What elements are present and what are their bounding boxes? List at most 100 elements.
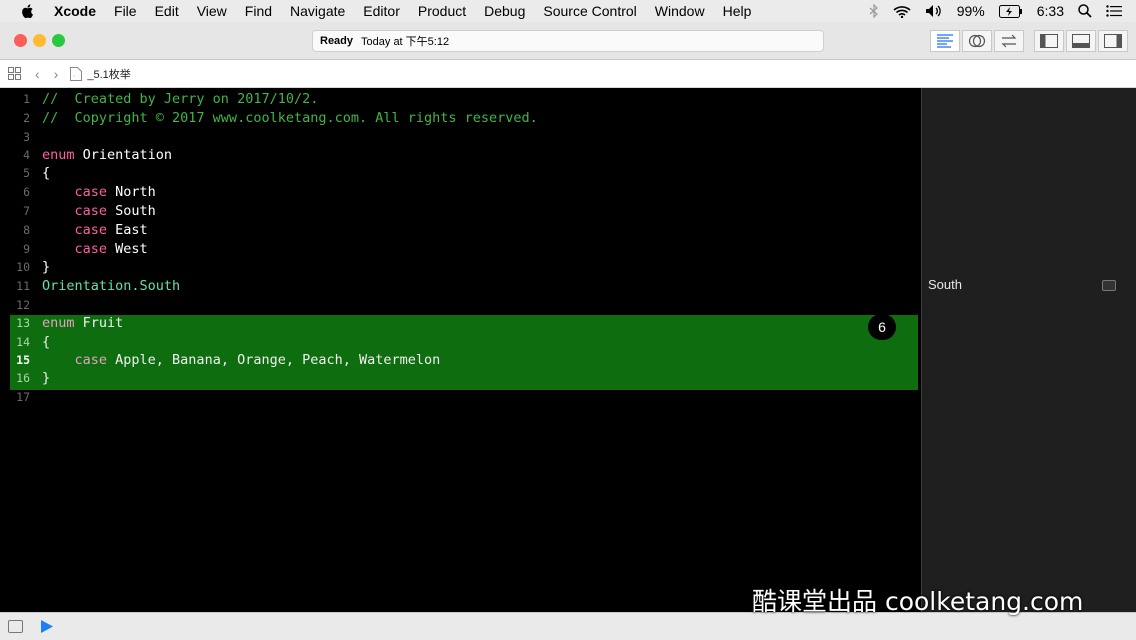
menu-product[interactable]: Product [418,3,466,19]
code-line: case West [42,240,148,259]
back-chevron-icon[interactable]: ‹ [35,66,40,82]
code-line: case East [42,221,148,240]
code-line: enum Fruit [42,314,123,333]
quick-look-icon[interactable] [1102,280,1116,291]
volume-icon[interactable] [925,4,943,18]
battery-percent: 99% [956,3,985,19]
line-number: 2 [23,111,30,125]
line-number: 5 [23,166,30,180]
wifi-icon[interactable] [893,5,911,18]
minimize-window-button[interactable] [33,34,46,47]
line-number: 1 [23,92,30,106]
line-number: 12 [16,298,30,312]
battery-icon[interactable] [998,4,1023,18]
build-status: Ready [320,35,354,47]
watermark: 酷课堂出品 coolketang.com [752,587,1084,616]
line-number: 3 [23,130,30,144]
left-panel-icon [1040,34,1058,48]
menu-file[interactable]: File [114,3,137,19]
build-time: Today at 下午5:12 [361,36,450,48]
line-number: 13 [16,316,30,330]
keyword: case [74,352,108,368]
line-number: 7 [23,204,30,218]
apple-icon[interactable] [20,3,36,19]
navigator-toggle-button[interactable] [1034,30,1064,52]
standard-editor-button[interactable] [930,30,960,52]
menu-window[interactable]: Window [655,3,705,19]
menu-view[interactable]: View [197,3,227,19]
jump-bar-file-label: _5.1枚举 [87,68,131,81]
menu-debug[interactable]: Debug [484,3,525,19]
menu-editor[interactable]: Editor [363,3,400,19]
line-number: 10 [16,260,30,274]
menu-edit[interactable]: Edit [155,3,179,19]
member-reference: .South [131,278,181,294]
code-editor[interactable]: 6 1 2 3 4 5 6 7 8 9 10 11 12 13 14 15 16… [0,88,921,612]
identifier: Fruit [74,315,124,331]
result-value: South [928,277,962,292]
identifier: Apple, Banana, Orange, Peach, Watermelon [107,352,441,368]
code-line: case South [42,202,156,221]
standard-editor-icon [937,34,953,48]
debug-area-toggle-button[interactable] [1066,30,1096,52]
related-items-grid-icon[interactable] [8,67,21,80]
code-line: case North [42,183,156,202]
jump-bar: ‹ › _5.1枚举 [0,60,1136,88]
code-line: case Apple, Banana, Orange, Peach, Water… [42,351,441,370]
line-number: 11 [16,279,30,293]
menu-find[interactable]: Find [245,3,272,19]
line-number-current: 15 [16,353,30,367]
line-number: 14 [16,335,30,349]
keyword: enum [42,315,75,331]
close-window-button[interactable] [14,34,27,47]
result-count-badge[interactable]: 6 [868,314,896,340]
code-line: } [42,259,51,275]
menu-app-xcode[interactable]: Xcode [54,3,96,19]
code-line: } [42,370,51,386]
line-number: 17 [16,390,30,404]
code-line: { [42,165,51,181]
forward-chevron-icon[interactable]: › [54,66,59,82]
identifier: North [107,184,156,200]
debug-area-toggle-icon[interactable] [8,620,23,633]
menu-navigate[interactable]: Navigate [290,3,345,19]
type-reference: Orientation [42,278,132,294]
line-number: 9 [23,242,30,256]
run-playground-icon[interactable] [40,619,54,634]
keyword: case [74,241,108,257]
assistant-editor-button[interactable] [962,30,992,52]
clock[interactable]: 6:33 [1037,3,1064,19]
keyword: case [74,203,108,219]
zoom-window-button[interactable] [52,34,65,47]
bottom-panel-icon [1072,34,1090,48]
assistant-editor-icon [968,34,986,48]
version-editor-icon [1001,34,1017,48]
line-number: 16 [16,371,30,385]
menu-bar: Xcode File Edit View Find Navigate Edito… [0,0,1136,22]
identifier: South [107,203,156,219]
identifier: Orientation [74,147,173,163]
status-area: 99% 6:33 [869,0,1136,22]
keyword: case [74,184,108,200]
code-comment: // Created by Jerry on 2017/10/2. [42,91,319,107]
keyword: case [74,222,108,238]
identifier: West [107,241,148,257]
activity-viewer: Ready Today at 下午5:12 [312,30,824,52]
code-comment: // Copyright © 2017 www.coolketang.com. … [42,110,538,126]
code-line: enum Orientation [42,146,172,165]
identifier: East [107,222,148,238]
menu-source-control[interactable]: Source Control [543,3,636,19]
version-editor-button[interactable] [994,30,1024,52]
window-toolbar: Ready Today at 下午5:12 [0,22,1136,60]
notification-center-icon[interactable] [1106,5,1122,17]
line-number: 8 [23,223,30,237]
playground-file-icon [70,66,83,81]
code-line: { [42,334,51,350]
utilities-toggle-button[interactable] [1098,30,1128,52]
code-line: Orientation.South [42,277,180,296]
jump-bar-file[interactable]: _5.1枚举 [70,66,131,82]
right-panel-icon [1104,34,1122,48]
menu-help[interactable]: Help [723,3,752,19]
search-icon[interactable] [1078,4,1092,18]
bluetooth-icon[interactable] [869,4,879,18]
